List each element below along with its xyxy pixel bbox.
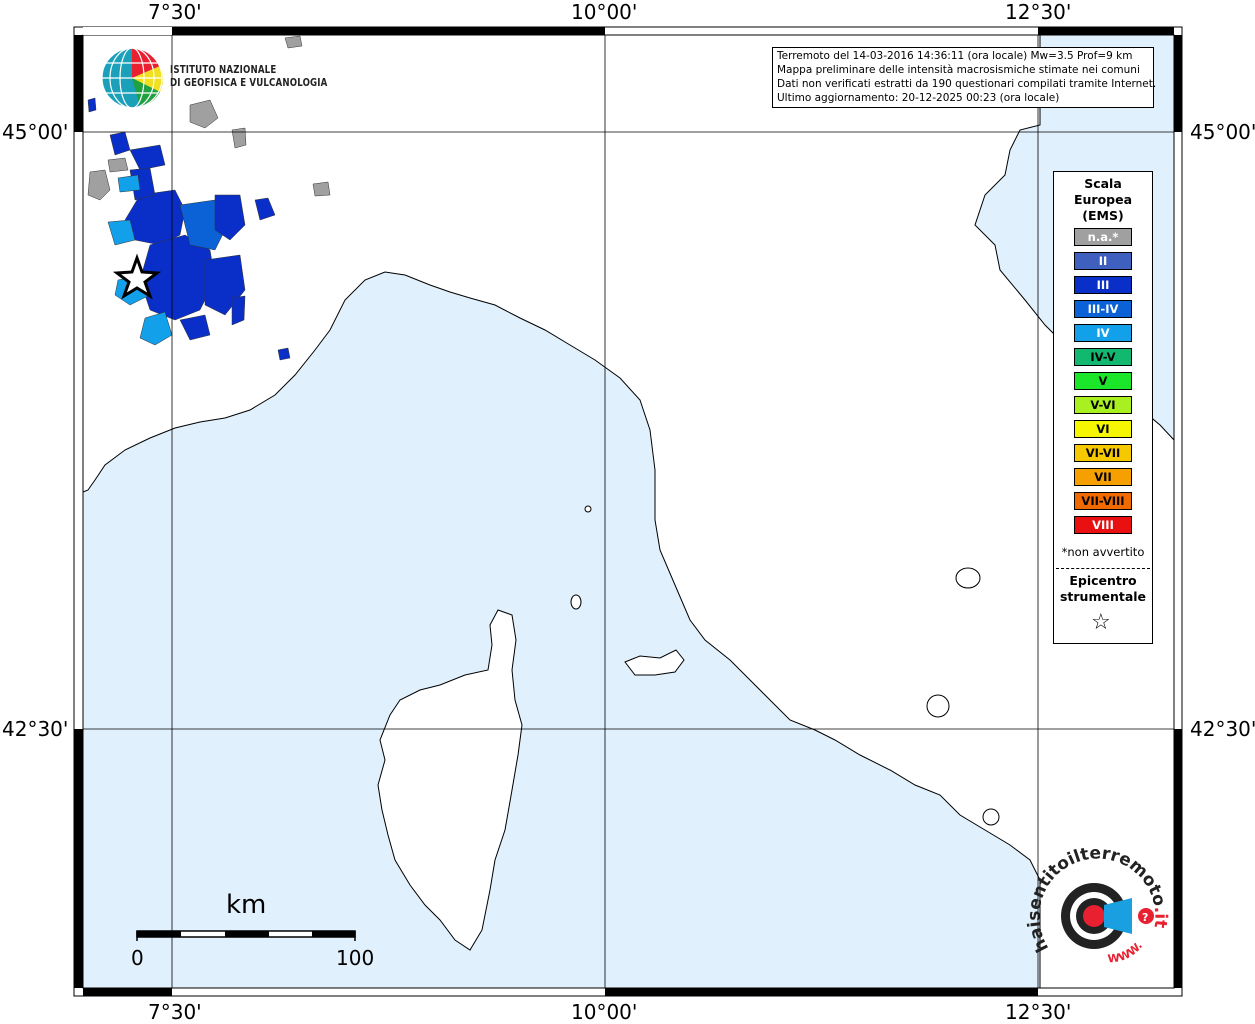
legend-swatch-v: V — [1074, 372, 1132, 390]
legend-title-line: (EMS) — [1082, 208, 1124, 223]
small-island — [982, 808, 1000, 826]
lon-label-top-2: 10°00' — [571, 0, 638, 24]
legend-swatch-vii-viii: VII-VIII — [1074, 492, 1132, 510]
lon-label-top-1: 7°30' — [148, 0, 202, 24]
legend-title-line: Europea — [1073, 192, 1133, 207]
legend-swatch-iv: IV — [1074, 324, 1132, 342]
lon-label-top-3: 12°30' — [1005, 0, 1072, 24]
small-island — [584, 505, 592, 513]
intensity-legend: Scala Europea (EMS) n.a.* II III III-IV IV IV… — [1053, 171, 1153, 644]
legend-title-line: Scala — [1084, 176, 1122, 191]
giglio-island — [926, 694, 950, 718]
legend-swatch-n-a: n.a.* — [1074, 228, 1132, 246]
legend-epicenter-line: Epicentro — [1069, 573, 1137, 588]
legend-note: *non avvertito — [1061, 545, 1145, 559]
legend-swatch-iv-v: IV-V — [1074, 348, 1132, 366]
svg-text:?: ? — [1142, 911, 1148, 924]
ingv-logo-text: ISTITUTO NAZIONALE DI GEOFISICA E VULCAN… — [170, 64, 327, 90]
capraia-island — [570, 594, 582, 610]
legend-swatch-ii: II — [1074, 252, 1132, 270]
scale-bar-start: 0 — [131, 946, 144, 970]
lon-label-bottom-3: 12°30' — [1005, 1000, 1072, 1024]
legend-swatch-vi-vii: VI-VII — [1074, 444, 1132, 462]
legend-swatch-vii: VII — [1074, 468, 1132, 486]
legend-swatch-v-vi: V-VI — [1074, 396, 1132, 414]
ingv-logo-line1: ISTITUTO NAZIONALE — [170, 64, 277, 76]
event-info-line: Ultimo aggiornamento: 20-12-2025 00:23 (… — [777, 92, 1060, 104]
legend-divider — [1056, 568, 1150, 569]
lat-label-right-2: 42°30' — [1190, 717, 1255, 741]
event-info-line: Dati non verificati estratti da 190 ques… — [777, 78, 1157, 90]
lat-label-left-2: 42°30' — [2, 717, 69, 741]
montecristo-island — [955, 567, 981, 589]
event-info-box: Terremoto del 14-03-2016 14:36:11 (ora l… — [772, 47, 1157, 108]
lon-label-bottom-1: 7°30' — [148, 1000, 202, 1024]
lon-label-bottom-2: 10°00' — [571, 1000, 638, 1024]
legend-swatch-iii: III — [1074, 276, 1132, 294]
legend-swatch-viii: VIII — [1074, 516, 1132, 534]
event-info-line: Terremoto del 14-03-2016 14:36:11 (ora l… — [777, 50, 1133, 62]
star-icon: ☆ — [1091, 610, 1111, 635]
legend-swatch-iii-iv: III-IV — [1074, 300, 1132, 318]
scale-bar-end: 100 — [336, 946, 375, 970]
ingv-logo-line2: DI GEOFISICA E VULCANOLOGIA — [170, 77, 328, 89]
scale-bar-unit: km — [226, 890, 267, 920]
ingv-globe-icon — [101, 47, 163, 109]
lat-label-left-1: 45°00' — [2, 120, 69, 144]
legend-epicenter-label: Epicentro strumentale — [1054, 573, 1152, 605]
lat-label-right-1: 45°00' — [1190, 120, 1255, 144]
legend-epicenter-line: strumentale — [1059, 589, 1147, 604]
event-info-line: Mappa preliminare delle intensità macros… — [777, 64, 1140, 76]
legend-title: Scala Europea (EMS) — [1054, 176, 1152, 224]
legend-swatch-vi: VI — [1074, 420, 1132, 438]
